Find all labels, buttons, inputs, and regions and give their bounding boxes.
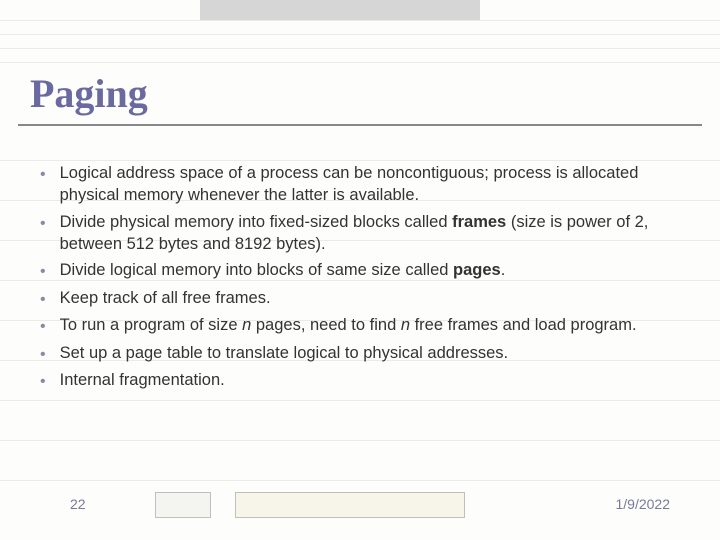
bullet-dot-icon: • [40, 289, 46, 311]
bullet-item: • Logical address space of a process can … [40, 162, 680, 207]
bullet-dot-icon: • [40, 371, 46, 393]
footer: 22 1/9/2022 [0, 490, 720, 518]
bullet-item: • Keep track of all free frames. [40, 287, 680, 311]
bullet-dot-icon: • [40, 261, 46, 283]
bullet-item: • Divide physical memory into fixed-sized… [40, 211, 680, 256]
bullet-dot-icon: • [40, 164, 46, 186]
bullet-dot-icon: • [40, 316, 46, 338]
bullet-text: Keep track of all free frames. [60, 287, 680, 309]
bullet-item: • Divide logical memory into blocks of sa… [40, 259, 680, 283]
bullet-dot-icon: • [40, 344, 46, 366]
slide-date: 1/9/2022 [616, 496, 671, 512]
bullet-item: • Set up a page table to translate logica… [40, 342, 680, 366]
bullet-text: Logical address space of a process can b… [60, 162, 680, 207]
bullet-list: • Logical address space of a process can … [40, 162, 680, 397]
bullet-text: Internal fragmentation. [60, 369, 680, 391]
bullet-text: To run a program of size n pages, need t… [60, 314, 680, 336]
title-underline [18, 124, 702, 126]
slide-number: 22 [70, 496, 86, 512]
decorative-top-bar [200, 0, 480, 20]
bullet-item: • Internal fragmentation. [40, 369, 680, 393]
footer-box-small [155, 492, 211, 518]
slide-title: Paging [30, 70, 148, 117]
bullet-item: • To run a program of size n pages, need … [40, 314, 680, 338]
bullet-dot-icon: • [40, 213, 46, 235]
bullet-text: Set up a page table to translate logical… [60, 342, 680, 364]
bullet-text: Divide logical memory into blocks of sam… [60, 259, 680, 281]
bullet-text: Divide physical memory into fixed-sized … [60, 211, 680, 256]
footer-box-large [235, 492, 465, 518]
